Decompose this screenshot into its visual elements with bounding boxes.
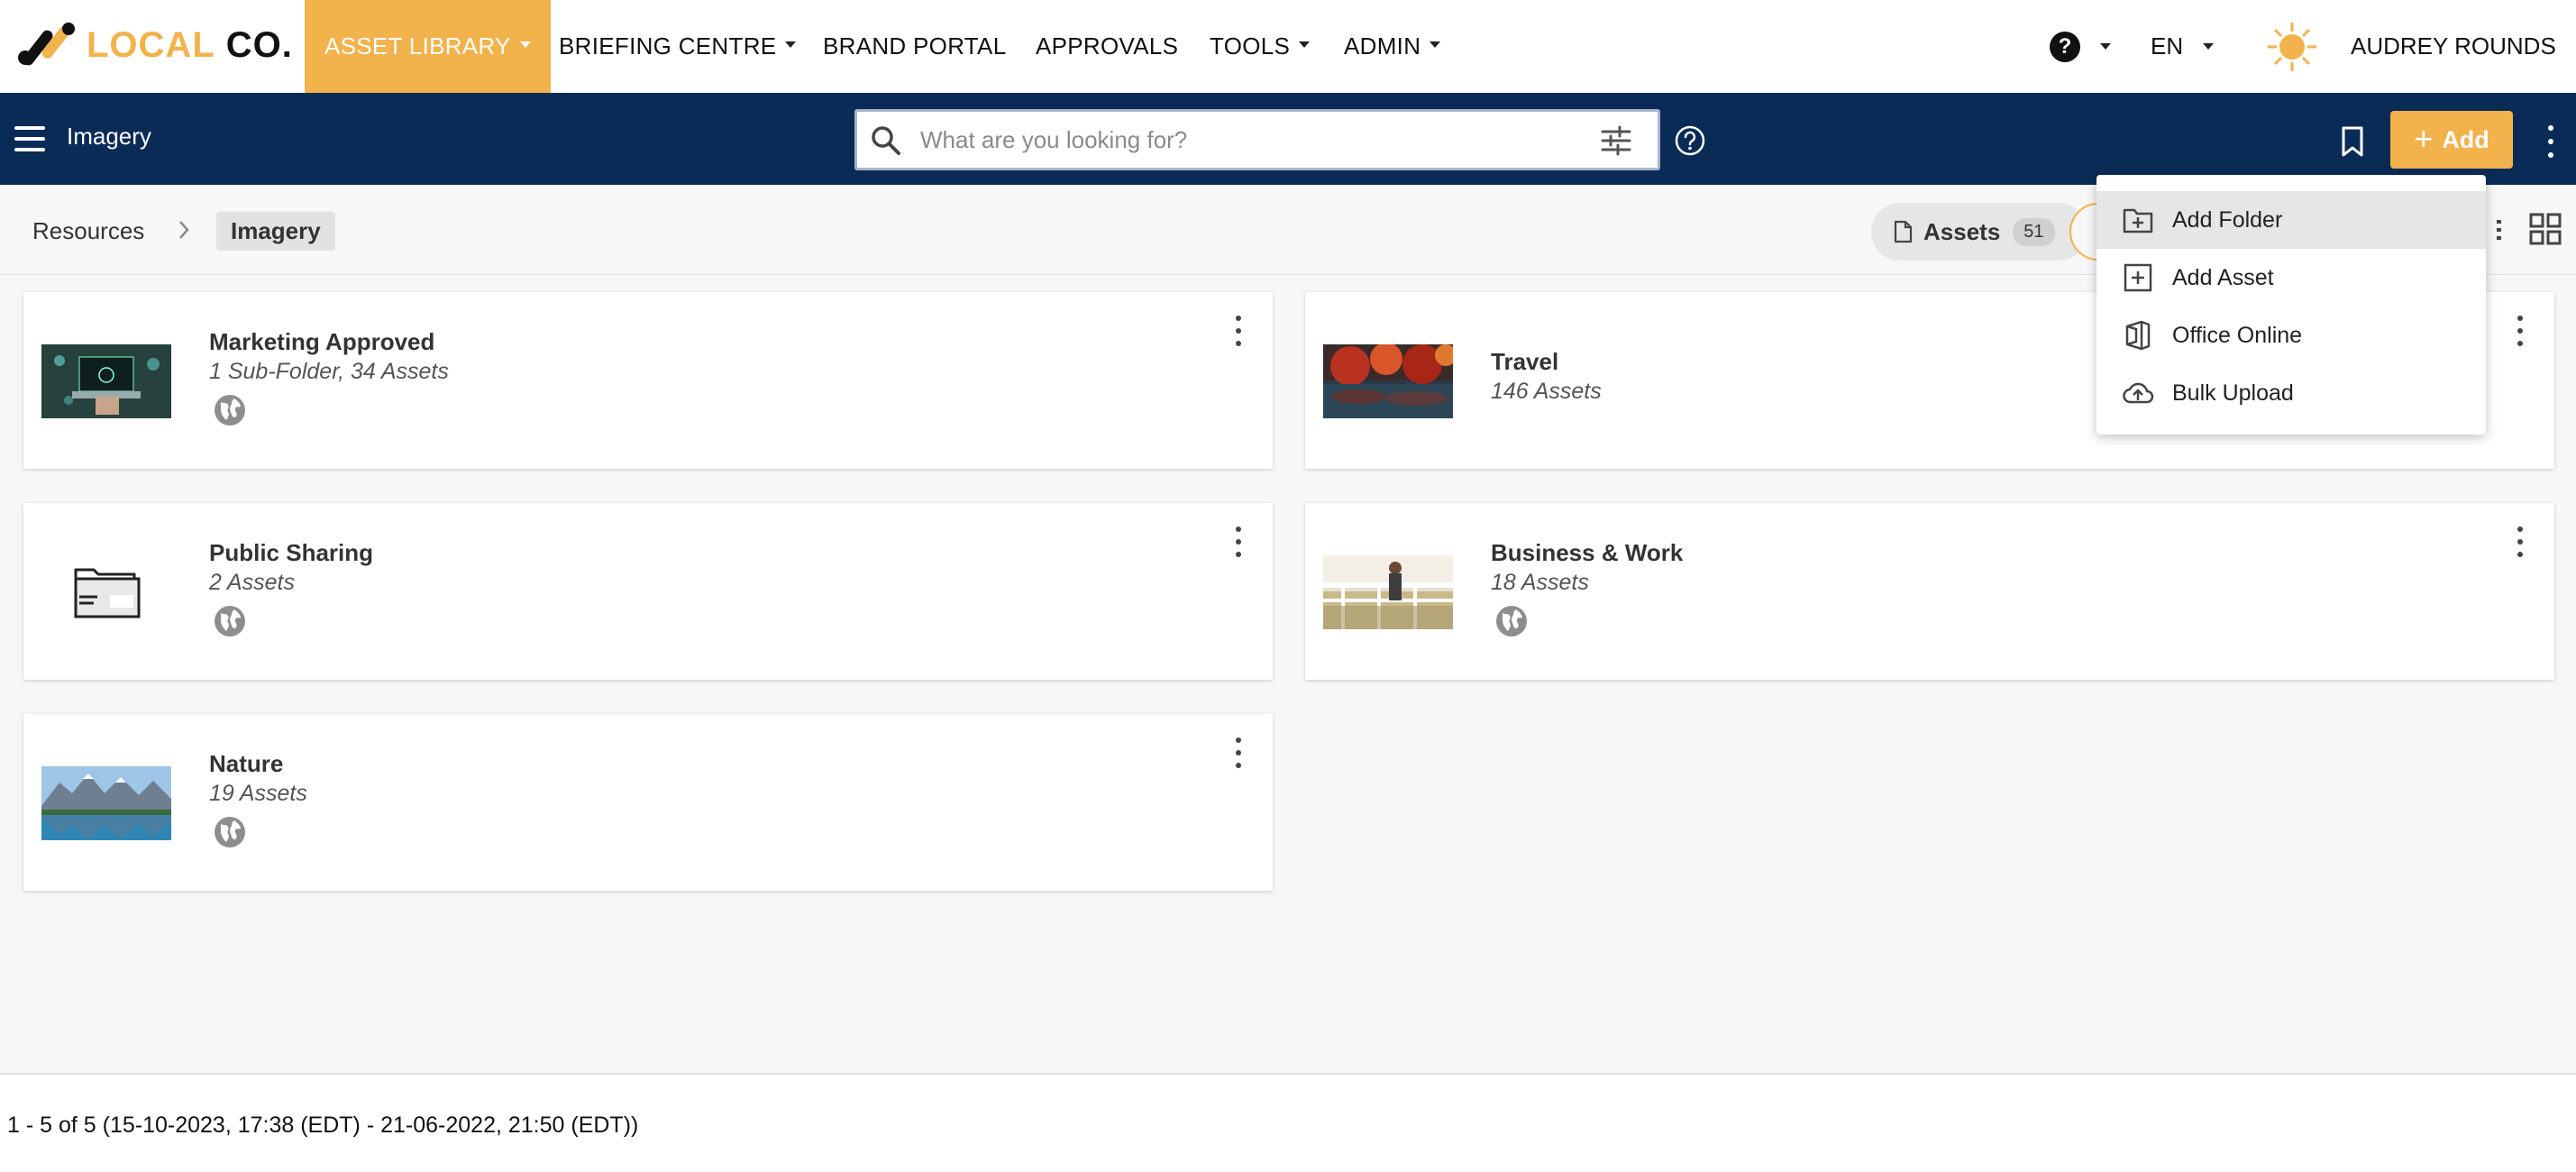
assets-count-badge: 51 <box>2013 217 2055 246</box>
grid-view-icon[interactable] <box>2529 213 2562 245</box>
folder-name: Marketing Approved <box>209 328 435 355</box>
help-menu[interactable]: ? <box>2050 0 2111 93</box>
caret-down-icon <box>2203 43 2215 50</box>
menu-item-label: Add Folder <box>2172 206 2283 233</box>
folder-thumbnail <box>41 766 171 840</box>
nav-label: ADMIN <box>1344 32 1421 60</box>
folder-file-icon <box>41 555 171 629</box>
add-button-label: Add <box>2442 125 2489 153</box>
nav-asset-library[interactable]: ASSET LIBRARY <box>305 0 551 93</box>
folder-card-business-work[interactable]: Business & Work 18 Assets <box>1305 503 2554 680</box>
logo-wordmark: LOCAL CO. <box>87 25 293 66</box>
square-plus-icon <box>2124 263 2152 292</box>
add-dropdown-menu: Add Folder Add Asset Office Online Bulk … <box>2096 175 2486 435</box>
caret-down-icon <box>785 41 797 48</box>
section-toolbar: Imagery + Add <box>0 93 2576 185</box>
filter-sliders-icon[interactable] <box>1600 124 1632 157</box>
avatar <box>2268 22 2316 71</box>
breadcrumb-current: Imagery <box>216 212 335 251</box>
breadcrumb-resources[interactable]: Resources <box>32 217 144 245</box>
folder-more-options-icon[interactable] <box>1233 526 1244 557</box>
nav-tools[interactable]: TOOLS <box>1210 0 1311 93</box>
help-icon: ? <box>2050 31 2080 62</box>
results-footer: 1 - 5 of 5 (15-10-2023, 17:38 (EDT) - 21… <box>0 1073 2576 1172</box>
nav-admin[interactable]: ADMIN <box>1344 0 1441 93</box>
chevron-right-icon <box>179 221 189 239</box>
folder-card-nature[interactable]: Nature 19 Assets <box>23 714 1273 891</box>
nav-approvals[interactable]: APPROVALS <box>1036 0 1178 93</box>
search-help-icon[interactable] <box>1675 125 1705 156</box>
folder-plus-icon <box>2123 208 2153 233</box>
logo-mark-icon <box>18 23 75 66</box>
folder-meta: 2 Assets <box>209 570 295 595</box>
globe-icon <box>215 395 245 426</box>
globe-icon <box>215 817 245 847</box>
logo-co-text: CO. <box>225 24 293 65</box>
menu-item-label: Bulk Upload <box>2172 380 2294 406</box>
folder-thumbnail <box>1323 555 1453 629</box>
caret-down-icon <box>519 41 531 48</box>
results-range: 1 - 5 of 5 (15-10-2023, 17:38 (EDT) - 21… <box>7 1112 639 1138</box>
add-button[interactable]: + Add <box>2390 111 2513 169</box>
user-name: AUDREY ROUNDS <box>2351 32 2556 60</box>
nav-briefing-centre[interactable]: BRIEFING CENTRE <box>559 0 797 93</box>
folder-more-options-icon[interactable] <box>2515 526 2526 557</box>
more-options-icon[interactable] <box>2540 125 2562 158</box>
caret-down-icon <box>1430 41 1441 48</box>
menu-item-add-asset[interactable]: Add Asset <box>2096 249 2486 307</box>
nav-label: APPROVALS <box>1036 32 1179 60</box>
assets-view-toggle[interactable]: Assets 51 <box>1871 203 2087 261</box>
search-icon <box>872 126 900 155</box>
brand-logo[interactable]: LOCAL CO. <box>13 18 293 72</box>
section-title: Imagery <box>67 123 151 150</box>
nav-brand-portal[interactable]: BRAND PORTAL <box>823 0 1006 93</box>
folder-meta: 1 Sub-Folder, 34 Assets <box>209 359 449 384</box>
office-icon <box>2125 320 2151 351</box>
nav-label: BRIEFING CENTRE <box>559 32 777 60</box>
document-icon <box>1894 220 1913 243</box>
folder-thumbnail <box>41 344 171 418</box>
globe-icon <box>215 606 245 636</box>
assets-label: Assets <box>1923 217 2001 245</box>
caret-down-icon <box>1299 41 1311 48</box>
folder-meta: 146 Assets <box>1491 379 1602 404</box>
folder-card-marketing-approved[interactable]: Marketing Approved 1 Sub-Folder, 34 Asse… <box>23 292 1273 469</box>
user-menu[interactable]: AUDREY ROUNDS <box>2266 0 2556 93</box>
caret-down-icon <box>2100 43 2111 50</box>
menu-item-add-folder[interactable]: Add Folder <box>2096 191 2486 249</box>
folder-more-options-icon[interactable] <box>1233 316 1244 346</box>
search-box <box>854 109 1660 170</box>
folder-name: Public Sharing <box>209 539 374 566</box>
folder-thumbnail <box>1323 344 1453 418</box>
folder-more-options-icon[interactable] <box>1233 737 1244 768</box>
nav-label: ASSET LIBRARY <box>324 32 511 60</box>
folder-name: Business & Work <box>1491 539 1684 566</box>
globe-icon <box>1496 606 1527 636</box>
cloud-upload-icon <box>2123 382 2154 404</box>
bookmark-icon[interactable] <box>2340 125 2365 158</box>
menu-item-office-online[interactable]: Office Online <box>2096 307 2486 364</box>
folder-card-public-sharing[interactable]: Public Sharing 2 Assets <box>23 503 1273 680</box>
folder-meta: 19 Assets <box>209 781 307 806</box>
plus-icon: + <box>2414 119 2434 157</box>
search-input[interactable] <box>920 117 1533 162</box>
menu-item-label: Add Asset <box>2172 264 2274 290</box>
hamburger-menu-icon[interactable] <box>14 126 45 151</box>
folder-more-options-icon[interactable] <box>2515 316 2526 346</box>
nav-label: BRAND PORTAL <box>823 32 1007 60</box>
folder-name: Travel <box>1491 348 1559 375</box>
folder-meta: 18 Assets <box>1491 570 1589 595</box>
folder-name: Nature <box>209 750 284 777</box>
language-selector[interactable]: EN <box>2151 0 2215 93</box>
logo-local-text: LOCAL <box>87 24 215 65</box>
top-navigation: LOCAL CO. ASSET LIBRARY BRIEFING CENTRE … <box>0 0 2576 93</box>
nav-label: TOOLS <box>1210 32 1291 60</box>
language-label: EN <box>2151 32 2184 60</box>
menu-item-bulk-upload[interactable]: Bulk Upload <box>2096 364 2486 422</box>
menu-item-label: Office Online <box>2172 322 2303 348</box>
